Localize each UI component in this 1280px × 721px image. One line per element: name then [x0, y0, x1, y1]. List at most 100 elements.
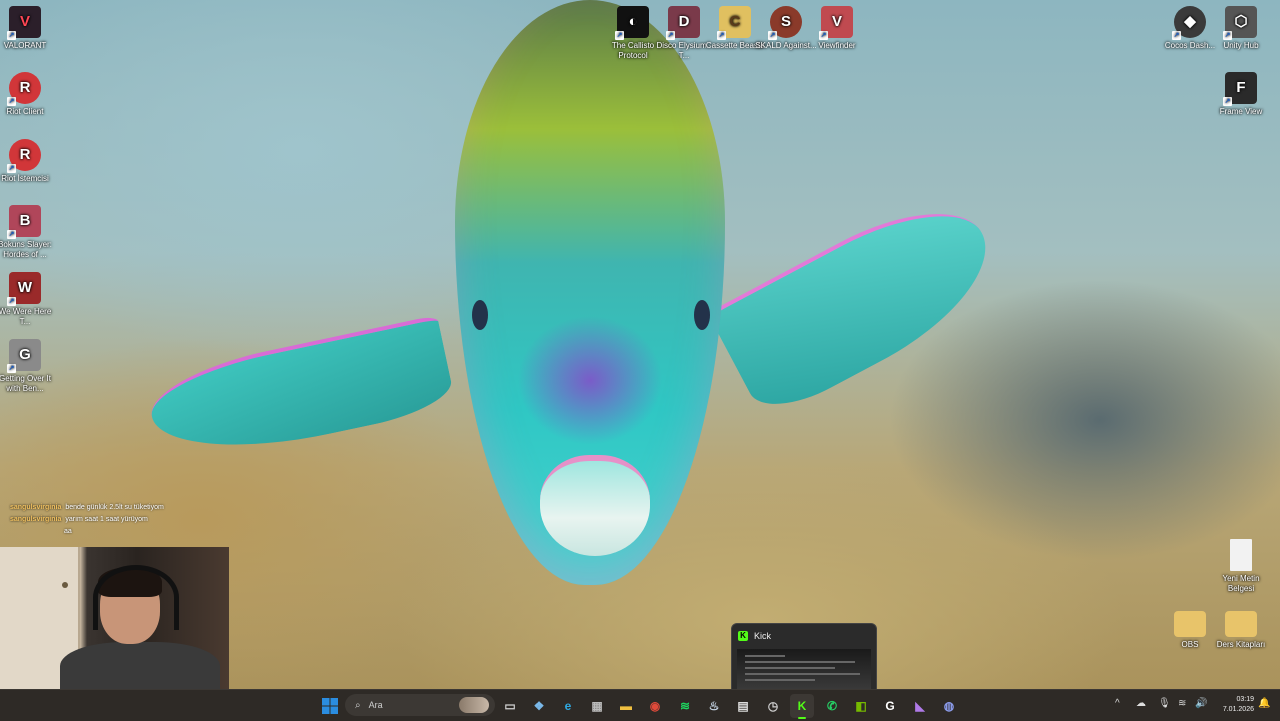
- search-placeholder: Ara: [368, 700, 383, 710]
- terminal-button[interactable]: ▤: [731, 694, 755, 718]
- edge-icon: e: [564, 699, 572, 713]
- kick-icon: K: [738, 631, 748, 641]
- viewfinder-icon: V ↗: [819, 6, 853, 40]
- chat-message: sangulsvirginia yarım saat 1 saat yürüyom: [10, 514, 164, 526]
- chrome-button[interactable]: ◉: [643, 694, 667, 718]
- unity-hub-icon: ⬡ ↗: [1223, 6, 1257, 40]
- circle-app-button[interactable]: ◍: [937, 694, 961, 718]
- game-icon: B ↗: [7, 205, 41, 239]
- hammer-icon: G ↗: [7, 339, 41, 373]
- webcam-overlay: [0, 547, 229, 690]
- whatsapp-button[interactable]: ✆: [820, 694, 844, 718]
- desktop-icon-ders-kitaplari-folder[interactable]: Ders Kitapları: [1210, 605, 1272, 650]
- chat-text: yarım saat 1 saat yürüyom: [65, 516, 148, 523]
- desktop-icon-unity-hub[interactable]: ⬡ ↗ Unity Hub: [1210, 6, 1272, 51]
- g-app-button[interactable]: G: [878, 694, 902, 718]
- cocos-dashboard-icon: ◆ ↗: [1172, 6, 1206, 40]
- preview-thumbnail[interactable]: [737, 649, 871, 690]
- fish-right-eye: [694, 300, 710, 330]
- desktop-icon-label: Getting Over It with Ben...: [0, 374, 52, 393]
- stream-chat-overlay: sangulsvirginia bende günlük 2.5lt su tük…: [10, 502, 164, 538]
- visual-studio-button[interactable]: ◣: [908, 694, 932, 718]
- desktop-icon-label: Ders Kitapları: [1216, 640, 1266, 649]
- terminal-icon: ▤: [737, 699, 749, 713]
- clock-app-icon: ◷: [767, 699, 779, 713]
- edge-button[interactable]: e: [556, 694, 580, 718]
- disco-elysium-icon: D ↗: [666, 6, 700, 40]
- chevron-up-icon[interactable]: ^: [1115, 698, 1120, 709]
- webcam-door-knob: [62, 582, 68, 588]
- kick-button[interactable]: K: [790, 694, 814, 718]
- notification-bell-icon[interactable]: 🔔: [1258, 698, 1270, 709]
- preview-title-bar: K Kick: [732, 624, 876, 648]
- steam-icon: ♨: [708, 699, 720, 713]
- task-view-button[interactable]: ▭: [498, 694, 522, 718]
- fish-mouth: [540, 455, 650, 556]
- store-icon: ▦: [591, 699, 603, 713]
- desktop-icon-getting-over-it[interactable]: G ↗ Getting Over It with Ben...: [0, 339, 56, 394]
- callisto-protocol-icon: ◐ ↗: [615, 6, 649, 40]
- search-icon: ⌕: [355, 699, 361, 711]
- chat-text: bende günlük 2.5lt su tüketiyom: [65, 504, 164, 511]
- taskbar-search[interactable]: ⌕ Ara: [345, 694, 495, 716]
- chat-username: sangulsvirginia: [10, 516, 62, 523]
- nvidia-button[interactable]: ◧: [849, 694, 873, 718]
- nvidia-icon: ◧: [855, 699, 867, 713]
- walkie-talkie-icon: W ↗: [7, 272, 41, 306]
- clock-app-button[interactable]: ◷: [761, 694, 785, 718]
- skald-icon: S ↗: [768, 6, 802, 40]
- headset-icon: [93, 565, 179, 630]
- chat-username: sangulsvirginia: [10, 504, 62, 511]
- widgets-icon: ❖: [533, 699, 545, 713]
- frame-view-icon: F ↗: [1223, 72, 1257, 106]
- desktop-icon-viewfinder[interactable]: V ↗ Viewfinder: [806, 6, 868, 51]
- desktop-icon-bokuns-slayer[interactable]: B ↗ Bokuns Slayer: Hordes of ...: [0, 205, 56, 260]
- file-explorer-icon: ▬: [620, 699, 632, 713]
- spotify-button[interactable]: ≋: [673, 694, 697, 718]
- cloud-icon[interactable]: ☁: [1136, 698, 1146, 709]
- text-document-icon: [1230, 539, 1252, 571]
- desktop-icon-label: VALORANT: [3, 41, 47, 50]
- riot-client-icon: R ↗: [7, 72, 41, 106]
- desktop-icon-label: Frame View: [1219, 107, 1263, 116]
- store-button[interactable]: ▦: [585, 694, 609, 718]
- whatsapp-icon: ✆: [826, 699, 838, 713]
- kick-active-indicator: [798, 717, 806, 719]
- fish-right-fin: [707, 181, 1013, 423]
- file-explorer-button[interactable]: ▬: [614, 694, 638, 718]
- cassette-beasts-icon: C ↗: [717, 6, 751, 40]
- visual-studio-icon: ◣: [915, 699, 925, 713]
- g-app-icon: G: [885, 699, 895, 713]
- steam-button[interactable]: ♨: [702, 694, 726, 718]
- clock-date: 7.01.2026: [1222, 706, 1254, 713]
- chrome-icon: ◉: [649, 699, 661, 713]
- kick-icon: K: [797, 699, 807, 713]
- desktop-icon-label: Yeni Metin Belgesi: [1222, 574, 1260, 593]
- chat-text: aa: [64, 528, 72, 535]
- fish-left-eye: [472, 300, 488, 330]
- circle-app-icon: ◍: [943, 699, 955, 713]
- microphone-icon[interactable]: 🎙: [1158, 698, 1171, 709]
- desktop-icon-riot-istemcisi[interactable]: R ↗ Riot İstemcisi: [0, 139, 56, 184]
- system-clock[interactable]: 03:19 7.01.2026: [1216, 695, 1254, 715]
- widgets-button[interactable]: ❖: [527, 694, 551, 718]
- desktop-icon-valorant[interactable]: V ↗ VALORANT: [0, 6, 56, 51]
- wifi-icon[interactable]: ≋: [1178, 698, 1186, 709]
- desktop-icon-label: Unity Hub: [1223, 41, 1259, 50]
- desktop-icon-we-were-here[interactable]: W ↗ We Were Here T...: [0, 272, 56, 327]
- preview-title: Kick: [754, 631, 772, 641]
- desktop-icon-text-document[interactable]: Yeni Metin Belgesi: [1210, 539, 1272, 594]
- riot-client-icon: R ↗: [7, 139, 41, 173]
- desktop-icon-label: We Were Here T...: [0, 307, 52, 326]
- desktop-icon-frame-view[interactable]: F ↗ Frame View: [1210, 72, 1272, 117]
- desktop-icon-label: Viewfinder: [818, 41, 856, 50]
- folder-icon: [1174, 611, 1206, 637]
- desktop-icon-label: Riot Client: [6, 107, 44, 116]
- chat-message: aa: [10, 526, 164, 538]
- windows-logo-icon: [322, 698, 338, 714]
- desktop-icon-label: Riot İstemcisi: [1, 174, 49, 183]
- taskbar-thumbnail-preview[interactable]: K Kick: [731, 623, 877, 691]
- volume-icon[interactable]: 🔊: [1195, 698, 1207, 709]
- start-button[interactable]: [318, 694, 342, 718]
- desktop-icon-riot-client[interactable]: R ↗ Riot Client: [0, 72, 56, 117]
